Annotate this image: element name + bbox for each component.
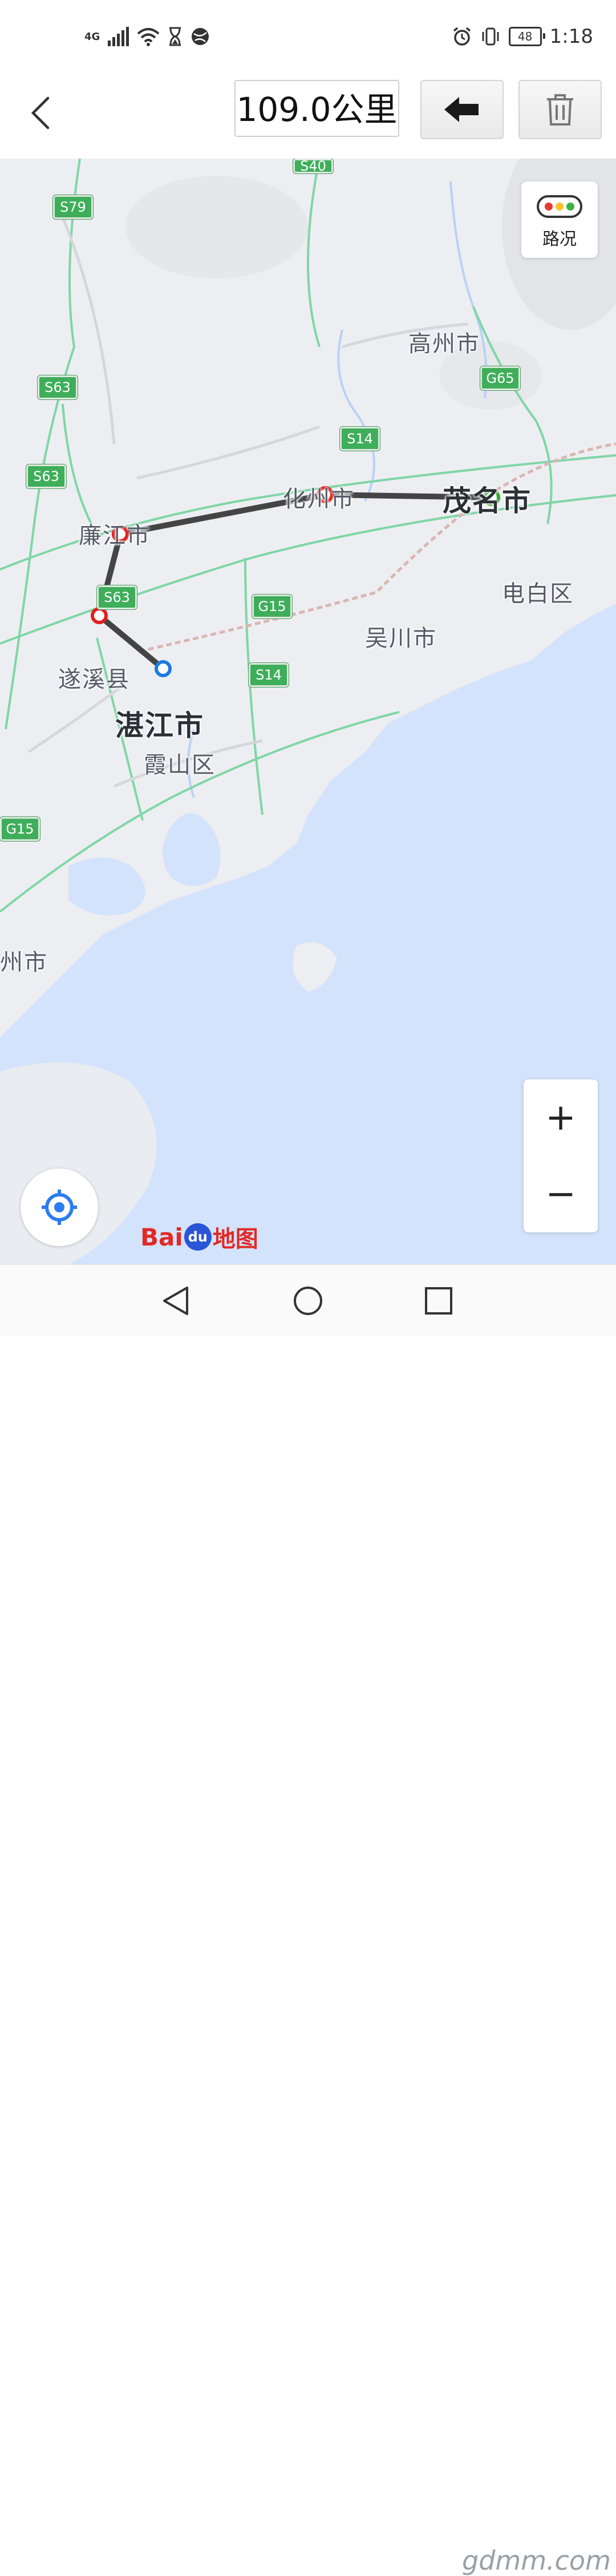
trash-icon bbox=[547, 94, 573, 126]
triangle-back-icon bbox=[163, 1287, 188, 1315]
status-left: 4G bbox=[84, 25, 210, 48]
circle-home-icon bbox=[294, 1287, 322, 1315]
place-label-gaozhou: 高州市 bbox=[408, 331, 480, 357]
logo-text-map: 地图 bbox=[212, 1226, 258, 1252]
highway-shield: S63 bbox=[38, 375, 78, 399]
status-bar: 4G 48 1:18 bbox=[0, 0, 616, 74]
place-label-zhanjiang: 湛江市 bbox=[115, 709, 204, 742]
square-recents-icon bbox=[425, 1287, 452, 1315]
zoom-control: + − bbox=[524, 1079, 598, 1232]
place-label-xiashan: 霞山区 bbox=[144, 752, 216, 778]
bay-water-2 bbox=[68, 858, 145, 916]
highway-shield: S63 bbox=[26, 464, 66, 488]
place-label-dianbai: 电白区 bbox=[502, 581, 574, 607]
baidu-map-logo: Bai du 地图 bbox=[140, 1220, 258, 1254]
chevron-left-icon bbox=[31, 96, 50, 130]
route-end-marker bbox=[155, 660, 172, 677]
watermark: gdmm.com bbox=[462, 2545, 611, 2576]
route-waypoint-marker bbox=[91, 607, 108, 624]
vibrate-icon bbox=[482, 27, 499, 46]
highway-shield: G65 bbox=[480, 366, 520, 390]
place-label-leizhou: 州市 bbox=[0, 949, 48, 976]
bay-water bbox=[163, 813, 221, 886]
signal-icon bbox=[108, 27, 129, 46]
place-label-wuchuan: 吴川市 bbox=[365, 625, 437, 652]
distance-readout: 109.0公里 bbox=[234, 80, 399, 137]
status-right: 48 1:18 bbox=[452, 25, 593, 48]
place-label-lianjiang: 廉江市 bbox=[79, 523, 151, 549]
logo-text-bai: Bai bbox=[140, 1223, 183, 1251]
hourglass-icon bbox=[169, 27, 181, 46]
traffic-toggle-button[interactable]: 路况 bbox=[521, 181, 598, 258]
undo-button[interactable] bbox=[420, 80, 504, 139]
zoom-in-button[interactable]: + bbox=[524, 1079, 598, 1156]
alarm-icon bbox=[453, 27, 471, 46]
delete-button[interactable] bbox=[518, 80, 602, 139]
nav-recents-button[interactable] bbox=[419, 1281, 459, 1321]
system-nav-bar: gdmm.com bbox=[0, 1264, 616, 2576]
wifi-icon bbox=[137, 28, 160, 46]
map-canvas[interactable]: 高州市 化州市 茂名市 廉江市 电白区 吴川市 遂溪县 湛江市 霞山区 州市 S… bbox=[0, 159, 616, 1264]
highway-shield: G15 bbox=[252, 595, 292, 618]
nav-back-button[interactable] bbox=[156, 1281, 196, 1321]
highway-shield: G15 bbox=[0, 817, 40, 841]
network-type: 4G bbox=[84, 30, 100, 43]
crosshair-icon bbox=[42, 1190, 77, 1225]
arrow-left-icon bbox=[444, 97, 479, 122]
battery-icon: 48 bbox=[508, 27, 545, 46]
traffic-label: 路况 bbox=[542, 229, 577, 249]
highway-shield: S63 bbox=[97, 585, 137, 609]
zoom-out-button[interactable]: − bbox=[524, 1156, 598, 1232]
place-label-huazhou: 化州市 bbox=[283, 486, 355, 512]
place-label-maoming: 茂名市 bbox=[443, 484, 532, 517]
logo-paw-icon: du bbox=[184, 1223, 212, 1251]
place-label-suixi: 遂溪县 bbox=[58, 666, 130, 693]
highway-shield: S79 bbox=[53, 195, 93, 219]
clock: 1:18 bbox=[549, 25, 593, 48]
traffic-light-icon bbox=[537, 195, 582, 218]
highway-shield: S40 bbox=[293, 159, 333, 173]
nav-home-button[interactable] bbox=[288, 1281, 328, 1321]
highway-shield: S14 bbox=[340, 427, 380, 451]
locate-me-button[interactable] bbox=[21, 1168, 98, 1246]
highway-shield: S14 bbox=[249, 663, 289, 687]
measure-toolbar: 109.0公里 bbox=[0, 74, 616, 159]
vpn-globe-icon bbox=[192, 28, 209, 45]
back-button[interactable] bbox=[23, 90, 57, 136]
